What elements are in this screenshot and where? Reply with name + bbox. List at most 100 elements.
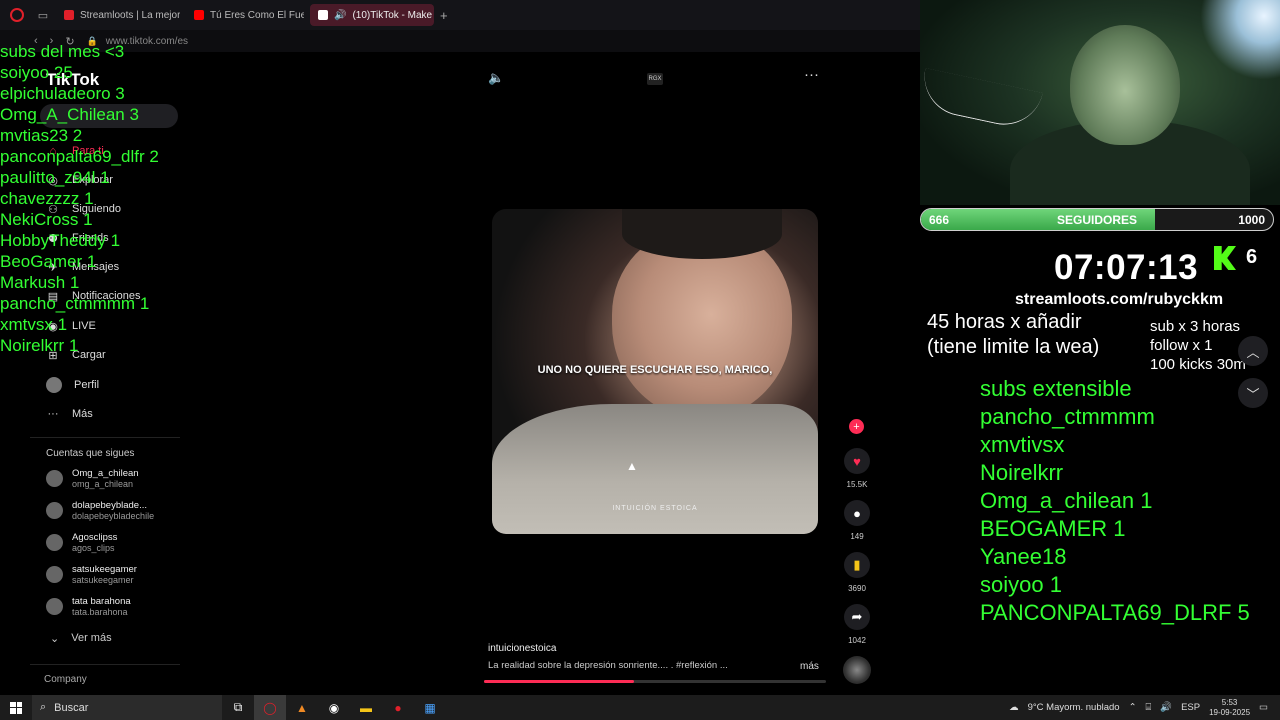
share-button[interactable]: ➦ 1042 (843, 604, 871, 645)
avatar (46, 598, 63, 615)
more-options-icon[interactable]: ··· (804, 66, 819, 83)
notifications-icon[interactable]: ▭ (1259, 702, 1268, 713)
following-section-title: Cuentas que sigues (46, 448, 135, 459)
volume-icon[interactable]: 🔊 (1160, 702, 1172, 713)
chevron-down-icon: ⌄ (50, 633, 60, 645)
webcam-person-head (1070, 25, 1180, 145)
windows-start-icon[interactable] (10, 701, 22, 714)
kick-count: 6 (1246, 246, 1258, 268)
opera-taskbar-icon[interactable]: ● (382, 695, 414, 720)
streamloots-favicon-icon (64, 10, 74, 20)
sub-entry: elpichuladeoro 3 (0, 84, 125, 103)
task-view-icon[interactable]: ⧉ (222, 695, 254, 720)
language-indicator[interactable]: ESP (1181, 702, 1200, 713)
timer-rules-main: 45 horas x añadir (tiene limite la wea) (927, 311, 1100, 358)
streamlabs-taskbar-icon[interactable]: ▲ (286, 695, 318, 720)
video-progress-bar[interactable] (484, 680, 826, 683)
streamloots-url: streamloots.com/rubyckkm (1015, 291, 1224, 308)
sub-extensible-entry: pancho_ctmmmm (980, 404, 1155, 429)
profile-icon (46, 377, 62, 393)
youtube-favicon-icon (194, 10, 204, 20)
previous-video-button[interactable]: ︿ (1238, 336, 1268, 366)
company-link[interactable]: Company (44, 674, 87, 685)
speaker-icon[interactable]: 🔊 (334, 10, 346, 21)
tiktok-favicon-icon (318, 10, 328, 20)
subathon-timer: 07:07:13 (1054, 248, 1199, 287)
sub-entry: BeoGamer 1 (0, 252, 97, 271)
new-tab-icon[interactable]: + (440, 8, 448, 23)
video-progress-fill (484, 680, 635, 683)
timer-rules-side: sub x 3 horas follow x 1 100 kicks 30m (1150, 318, 1246, 373)
avatar (46, 566, 63, 583)
sub-entry: mvtias23 2 (0, 126, 83, 145)
following-item[interactable]: satsukeegamer satsukeegamer (46, 564, 137, 585)
video-player[interactable]: UNO NO QUIERE ESCUCHAR ESO, MARICO, INTU… (492, 209, 818, 534)
store-taskbar-icon[interactable]: ▦ (414, 695, 446, 720)
sidebar-divider (30, 437, 180, 438)
following-item[interactable]: Omg_a_chilean omg_a_chilean (46, 468, 139, 489)
obs-taskbar-icon[interactable]: ◉ (318, 695, 350, 720)
following-item[interactable]: Agosclipss agos_clips (46, 532, 117, 553)
network-icon[interactable]: ⌸ (1146, 702, 1152, 713)
sidebar-item-perfil[interactable]: Perfil (46, 377, 99, 393)
tab-streamloots[interactable]: Streamloots | La mejor pl (56, 4, 180, 26)
more-description-button[interactable]: más (800, 661, 819, 672)
webcam-feed (920, 0, 1280, 205)
comment-icon: ● (844, 500, 870, 526)
following-item[interactable]: dolapebeyblade... dolapebeybladechile (46, 500, 154, 521)
windows-taskbar: ⌕ Buscar ⧉ ◯ ▲ ◉ ▬ ● ▦ ☁ 9°C Mayorm. nub… (0, 695, 1280, 720)
sub-entry: Noirelkrr 1 (0, 336, 79, 355)
follow-plus-button[interactable]: + (849, 419, 864, 434)
avatar (46, 470, 63, 487)
subs-extensible-list: subs extensible pancho_ctmmmm xmvtivsx Noir… (980, 375, 1250, 627)
video-watermark: INTUICIÓN ESTOICA (612, 505, 698, 512)
sub-extensible-entry: PANCONPALTA69_DLRF 5 (980, 600, 1250, 625)
file-explorer-taskbar-icon[interactable]: ▬ (350, 695, 382, 720)
bookmark-button[interactable]: ▮ 3690 (843, 552, 871, 593)
sub-entry: pancho_ctmmmm 1 (0, 294, 150, 313)
opera-gx-taskbar-icon[interactable]: ◯ (254, 695, 286, 720)
follower-goal-bar: 666 SEGUIDORES 1000 (920, 208, 1274, 231)
music-disc-icon[interactable] (843, 656, 871, 684)
avatar (46, 534, 63, 551)
see-more-button[interactable]: ⌄ Ver más (50, 632, 112, 645)
sidebar-item-mas[interactable]: ··· Más (46, 407, 93, 421)
clock[interactable]: 5:53 19-09-2025 (1209, 698, 1250, 718)
sub-extensible-entry: Omg_a_chilean 1 (980, 488, 1153, 513)
video-author[interactable]: intuicionestoica (488, 643, 556, 654)
stream-overlay-panel: 666 SEGUIDORES 1000 07:07:13 6 streamloo… (920, 0, 1280, 695)
tab-youtube[interactable]: Tú Eres Como El Fuego - (186, 4, 304, 26)
sub-entry: paulitto_z94l 1 (0, 168, 110, 187)
rgx-badge: RGX (647, 73, 663, 85)
sub-entry: panconpalta69_dlfr 2 (0, 147, 159, 166)
sub-entry: NekiCross 1 (0, 210, 93, 229)
video-caption: UNO NO QUIERE ESCUCHAR ESO, MARICO, (537, 364, 773, 376)
sub-entry: xmtvsx 1 (0, 315, 68, 334)
video-frame-hair (622, 209, 782, 259)
heart-icon: ♥ (844, 448, 870, 474)
sub-entry: HobbyTheddy 1 (0, 231, 121, 250)
avatar (46, 502, 63, 519)
sub-extensible-entry: soiyoo 1 (980, 572, 1062, 597)
like-button[interactable]: ♥ 15.5K (843, 448, 871, 489)
bookmark-icon: ▮ (844, 552, 870, 578)
browser-tabbar: ▭ Streamloots | La mejor pl Tú Eres Como… (0, 0, 920, 30)
weather-text[interactable]: 9°C Mayorm. nublado (1028, 702, 1120, 713)
taskbar-search-input[interactable]: ⌕ Buscar (32, 695, 222, 720)
volume-icon[interactable]: 🔈 (488, 70, 504, 86)
comment-button[interactable]: ● 149 (843, 500, 871, 541)
mouse-cursor-icon: ▲ (626, 459, 638, 473)
sub-entry: soiyoo 25 (0, 63, 73, 82)
webcam-light (1200, 0, 1280, 80)
opera-logo-icon[interactable] (10, 8, 24, 22)
sub-entry: subs del mes <3 (0, 42, 125, 61)
tab-tiktok[interactable]: 🔊 (10)TikTok - Make You (310, 4, 434, 26)
tab-island-icon[interactable]: ▭ (36, 8, 50, 22)
sub-extensible-entry: subs extensible (980, 376, 1132, 401)
sidebar-divider (30, 664, 180, 665)
more-icon: ··· (47, 408, 59, 420)
webcam-cable (920, 67, 1043, 133)
sub-extensible-entry: xmvtivsx (980, 432, 1065, 457)
chevron-up-icon[interactable]: ⌃ (1129, 702, 1137, 713)
following-item[interactable]: tata barahona tata.barahona (46, 596, 131, 617)
